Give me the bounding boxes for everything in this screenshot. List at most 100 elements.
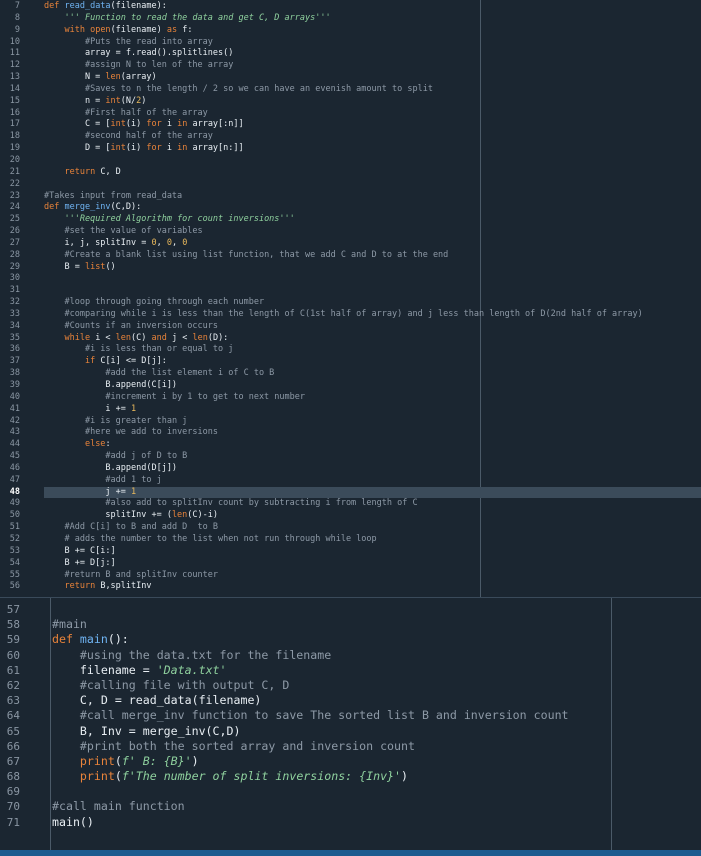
code-line[interactable]: 7 def read_data(filename): [0,1,701,13]
code-text[interactable]: #calling file with output C, D [52,678,289,693]
code-line[interactable]: 62 #calling file with output C, D [0,678,701,693]
code-text[interactable]: #add 1 to j [44,475,161,487]
code-text[interactable]: def read_data(filename): [44,1,167,13]
code-line[interactable]: 64 #call merge_inv function to save The … [0,708,701,723]
code-line[interactable]: 49 #also add to splitInv count by subtra… [0,498,701,510]
code-line[interactable]: 35 while i < len(C) and j < len(D): [0,333,701,345]
code-text[interactable]: #i is less than or equal to j [44,344,233,356]
code-text[interactable]: B.append(D[j]) [44,463,177,475]
code-line[interactable]: 29 B = list() [0,262,701,274]
code-text[interactable]: #also add to splitInv count by subtracti… [44,498,417,510]
code-text[interactable]: n = int(N/2) [44,96,146,108]
code-text[interactable]: #First half of the array [44,108,208,120]
code-line[interactable]: 17 C = [int(i) for i in array[:n]] [0,119,701,131]
code-line[interactable]: 48 j += 1 [0,486,701,499]
code-text[interactable]: j += 1 [44,487,136,499]
code-text[interactable]: #increment i by 1 to get to next number [44,392,305,404]
code-line[interactable]: 51 #Add C[i] to B and add D to B [0,522,701,534]
code-text[interactable]: #Saves to n the length / 2 so we can hav… [44,84,433,96]
code-line[interactable]: 47 #add 1 to j [0,475,701,487]
code-line[interactable]: 61 filename = 'Data.txt' [0,663,701,678]
code-line[interactable]: 67 print(f' B: {B}') [0,754,701,769]
code-lines[interactable]: 57 58 #main 59 def main(): 60 #using the data… [0,598,701,830]
code-line[interactable]: 70 #call main function [0,799,701,814]
code-text[interactable]: #call merge_inv function to save The sor… [52,708,569,723]
code-text[interactable]: #Takes input from read_data [44,191,182,203]
code-text[interactable]: array = f.read().splitlines() [44,48,233,60]
code-line[interactable]: 15 n = int(N/2) [0,96,701,108]
code-text[interactable]: ''' Function to read the data and get C,… [44,13,330,25]
code-line[interactable]: 19 D = [int(i) for i in array[n:]] [0,143,701,155]
code-line[interactable]: 20 [0,155,701,167]
code-line[interactable]: 18 #second half of the array [0,131,701,143]
code-text[interactable]: print(f' B: {B}') [52,754,199,769]
code-line[interactable]: 59 def main(): [0,632,701,647]
code-line[interactable]: 32 #loop through going through each numb… [0,297,701,309]
code-text[interactable]: C, D = read_data(filename) [52,693,262,708]
code-text[interactable]: splitInv += (len(C)-i) [44,510,218,522]
code-line[interactable]: 22 [0,179,701,191]
code-line[interactable]: 26 #set the value of variables [0,226,701,238]
code-line[interactable]: 60 #using the data.txt for the filename [0,648,701,663]
code-line[interactable]: 27 i, j, splitInv = 0, 0, 0 [0,238,701,250]
code-line[interactable]: 40 #increment i by 1 to get to next numb… [0,392,701,404]
code-line[interactable]: 34 #Counts if an inversion occurs [0,321,701,333]
code-line[interactable]: 63 C, D = read_data(filename) [0,693,701,708]
code-text[interactable]: return C, D [44,167,120,179]
code-text[interactable]: #add j of D to B [44,451,187,463]
code-line[interactable]: 55 #return B and splitInv counter [0,570,701,582]
code-text[interactable]: filename = 'Data.txt' [52,663,227,678]
code-line[interactable]: 14 #Saves to n the length / 2 so we can … [0,84,701,96]
code-text[interactable]: #return B and splitInv counter [44,570,218,582]
code-text[interactable]: B, Inv = merge_inv(C,D) [52,724,241,739]
code-text[interactable]: N = len(array) [44,72,157,84]
code-line[interactable]: 50 splitInv += (len(C)-i) [0,510,701,522]
code-text[interactable]: #print both the sorted array and inversi… [52,739,415,754]
code-line[interactable]: 41 i += 1 [0,404,701,416]
code-text[interactable]: #using the data.txt for the filename [52,648,331,663]
code-line[interactable]: 43 #here we add to inversions [0,427,701,439]
code-line[interactable]: 39 B.append(C[i]) [0,380,701,392]
code-text[interactable]: #second half of the array [44,131,213,143]
code-text[interactable]: B += C[i:] [44,546,115,558]
code-line[interactable]: 66 #print both the sorted array and inve… [0,739,701,754]
code-line[interactable]: 30 [0,273,701,285]
code-line[interactable]: 71 main() [0,815,701,830]
code-text[interactable]: print(f'The number of split inversions: … [52,769,408,784]
code-line[interactable]: 58 #main [0,617,701,632]
code-line[interactable]: 10 #Puts the read into array [0,37,701,49]
code-lines[interactable]: 7 def read_data(filename): 8 ''' Function … [0,0,701,593]
code-text[interactable]: #here we add to inversions [44,427,218,439]
code-text[interactable]: #comparing while i is less than the leng… [44,309,642,321]
code-line[interactable]: 57 [0,602,701,617]
code-line[interactable]: 69 [0,784,701,799]
code-line[interactable]: 13 N = len(array) [0,72,701,84]
code-line[interactable]: 65 B, Inv = merge_inv(C,D) [0,724,701,739]
code-text[interactable]: while i < len(C) and j < len(D): [44,333,228,345]
code-line[interactable]: 25 '''Required Algorithm for count inver… [0,214,701,226]
code-line[interactable]: 38 #add the list element i of C to B [0,368,701,380]
code-text[interactable]: # adds the number to the list when not r… [44,534,376,546]
code-line[interactable]: 31 [0,285,701,297]
code-text[interactable]: if C[i] <= D[j]: [44,356,167,368]
code-text[interactable]: #main [52,617,87,632]
code-text[interactable]: #Counts if an inversion occurs [44,321,218,333]
code-text[interactable]: #call main function [52,799,185,814]
code-line[interactable]: 8 ''' Function to read the data and get … [0,13,701,25]
code-line[interactable]: 9 with open(filename) as f: [0,25,701,37]
code-line[interactable]: 53 B += C[i:] [0,546,701,558]
code-line[interactable]: 16 #First half of the array [0,108,701,120]
code-text[interactable]: else: [44,439,111,451]
code-line[interactable]: 37 if C[i] <= D[j]: [0,356,701,368]
code-text[interactable]: return B,splitInv [44,581,151,593]
code-text[interactable]: #assign N to len of the array [44,60,233,72]
code-line[interactable]: 12 #assign N to len of the array [0,60,701,72]
code-text[interactable]: #Puts the read into array [44,37,213,49]
code-line[interactable]: 45 #add j of D to B [0,451,701,463]
code-line[interactable]: 52 # adds the number to the list when no… [0,534,701,546]
editor-pane-top[interactable]: 7 def read_data(filename): 8 ''' Function … [0,0,701,597]
code-line[interactable]: 36 #i is less than or equal to j [0,344,701,356]
code-line[interactable]: 28 #Create a blank list using list funct… [0,250,701,262]
code-text[interactable]: #Add C[i] to B and add D to B [44,522,218,534]
code-line[interactable]: 42 #i is greater than j [0,416,701,428]
